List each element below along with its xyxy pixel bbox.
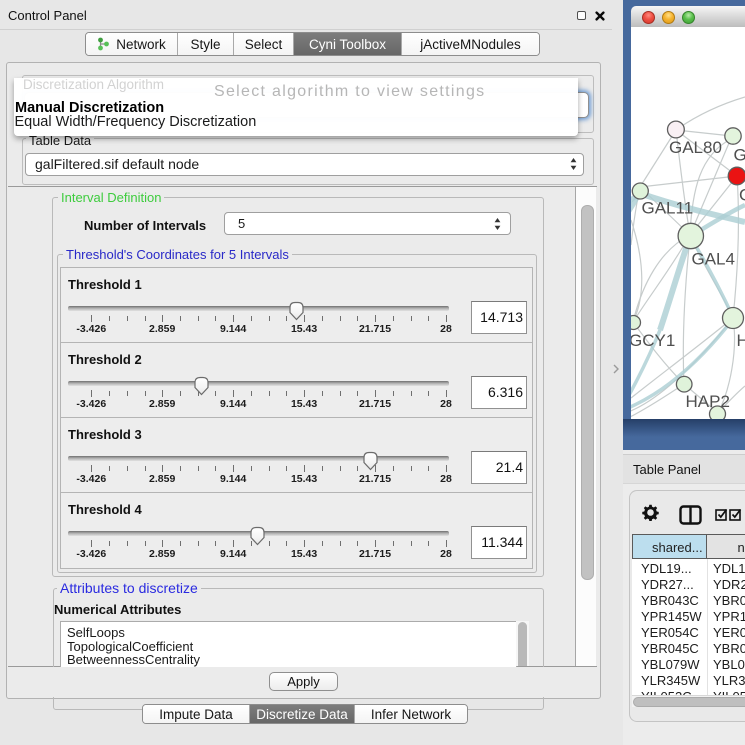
svg-text:HAP2: HAP2 <box>686 392 730 411</box>
svg-text:GAL80: GAL80 <box>669 138 722 157</box>
svg-text:C: C <box>739 186 745 205</box>
svg-text:GCY1: GCY1 <box>631 331 675 350</box>
svg-text:G...: G... <box>734 146 745 165</box>
svg-text:GAL4: GAL4 <box>692 250 735 269</box>
svg-text:H: H <box>737 331 745 350</box>
svg-text:GAL11: GAL11 <box>642 199 694 218</box>
